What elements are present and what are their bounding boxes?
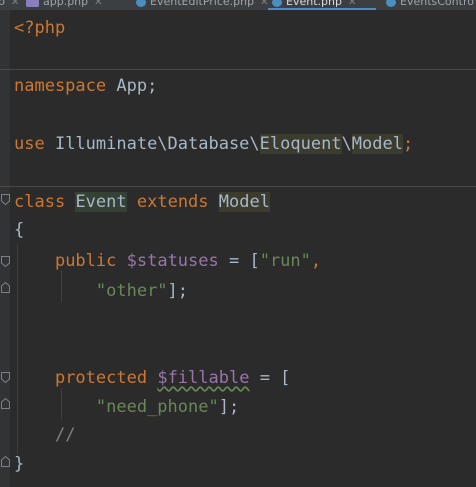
array-close: ]; xyxy=(167,281,189,301)
active-tab-indicator xyxy=(268,8,376,10)
use-path-eloquent: Eloquent xyxy=(259,134,342,154)
class-keyword: class xyxy=(14,192,66,212)
fold-array-start-icon[interactable] xyxy=(1,256,10,267)
code-line-statuses-cont[interactable]: "other"]; xyxy=(14,280,188,302)
code-line-fillable[interactable]: protected $fillable = [ xyxy=(14,367,290,389)
use-path: Illuminate\Database\ xyxy=(44,134,260,154)
close-icon[interactable]: ✕ xyxy=(94,0,102,8)
array-close: ]; xyxy=(218,397,240,417)
use-path-separator: \ xyxy=(341,134,352,154)
php-file-icon xyxy=(26,0,39,7)
section-separator xyxy=(0,69,476,70)
fold-array-end-icon[interactable] xyxy=(1,398,10,409)
string-literal: "run" xyxy=(259,251,311,271)
indent-guide xyxy=(17,244,18,454)
statuses-variable: $statuses xyxy=(126,251,219,271)
code-line-fillable-cont[interactable]: "need_phone"]; xyxy=(14,396,239,418)
fold-array-start-icon[interactable] xyxy=(1,372,10,383)
tab-label: p xyxy=(0,0,5,8)
assignment: = [ xyxy=(249,368,291,388)
section-separator xyxy=(0,186,476,187)
code-line-namespace[interactable]: namespace App; xyxy=(14,75,157,97)
code-line-open-tag[interactable]: <?php xyxy=(14,17,65,39)
fillable-variable: $fillable xyxy=(157,368,250,388)
string-literal: "need_phone" xyxy=(95,397,219,417)
fold-class-end-icon[interactable] xyxy=(1,456,10,467)
fold-class-start-icon[interactable] xyxy=(1,194,10,205)
assignment: = [ xyxy=(218,251,260,271)
tab-eventeditprice-php[interactable]: EventEditPrice.php ✕ xyxy=(136,0,268,10)
use-keyword: use xyxy=(14,134,45,154)
tab-label: EventsContro xyxy=(400,0,474,8)
tab-label: Event.php xyxy=(286,0,342,8)
parent-class-name: Model xyxy=(218,192,270,212)
php-class-icon xyxy=(136,0,146,7)
code-line-statuses[interactable]: public $statuses = ["run", xyxy=(14,250,321,272)
namespace-name: App; xyxy=(106,76,158,96)
php-class-icon xyxy=(386,0,396,7)
comma: , xyxy=(310,251,322,271)
tab-partial[interactable]: p ✕ xyxy=(0,0,19,10)
tab-label: app.php xyxy=(43,0,89,8)
close-icon[interactable]: ✕ xyxy=(260,0,268,8)
code-line-class-declaration[interactable]: class Event extends Model xyxy=(14,191,270,213)
class-name: Event xyxy=(75,192,127,212)
fold-array-end-icon[interactable] xyxy=(1,282,10,293)
editor-gutter xyxy=(0,10,10,487)
tab-label: EventEditPrice.php xyxy=(150,0,255,8)
protected-keyword: protected xyxy=(54,368,148,388)
editor-tab-bar: p ✕ app.php ✕ EventEditPrice.php ✕ Event.ph… xyxy=(0,0,476,10)
close-icon[interactable]: ✕ xyxy=(348,0,356,8)
close-brace: } xyxy=(14,454,25,474)
line-comment: // xyxy=(54,425,76,445)
semicolon: ; xyxy=(402,134,414,154)
use-path-model: Model xyxy=(351,134,403,154)
public-keyword: public xyxy=(54,251,117,271)
php-open-tag: <?php xyxy=(14,18,66,38)
namespace-keyword: namespace xyxy=(14,76,107,96)
string-literal: "other" xyxy=(95,281,168,301)
code-line-open-brace[interactable]: { xyxy=(14,219,24,241)
code-line-comment[interactable]: // xyxy=(14,424,75,446)
code-line-close-brace[interactable]: } xyxy=(14,453,24,475)
tab-app-php[interactable]: app.php ✕ xyxy=(26,0,103,10)
php-class-icon xyxy=(272,0,282,7)
open-brace: { xyxy=(14,220,25,240)
extends-keyword: extends xyxy=(136,192,209,212)
tab-eventscontroller-php[interactable]: EventsContro xyxy=(386,0,474,10)
close-icon[interactable]: ✕ xyxy=(11,0,19,8)
code-line-use[interactable]: use Illuminate\Database\Eloquent\Model; xyxy=(14,133,413,155)
